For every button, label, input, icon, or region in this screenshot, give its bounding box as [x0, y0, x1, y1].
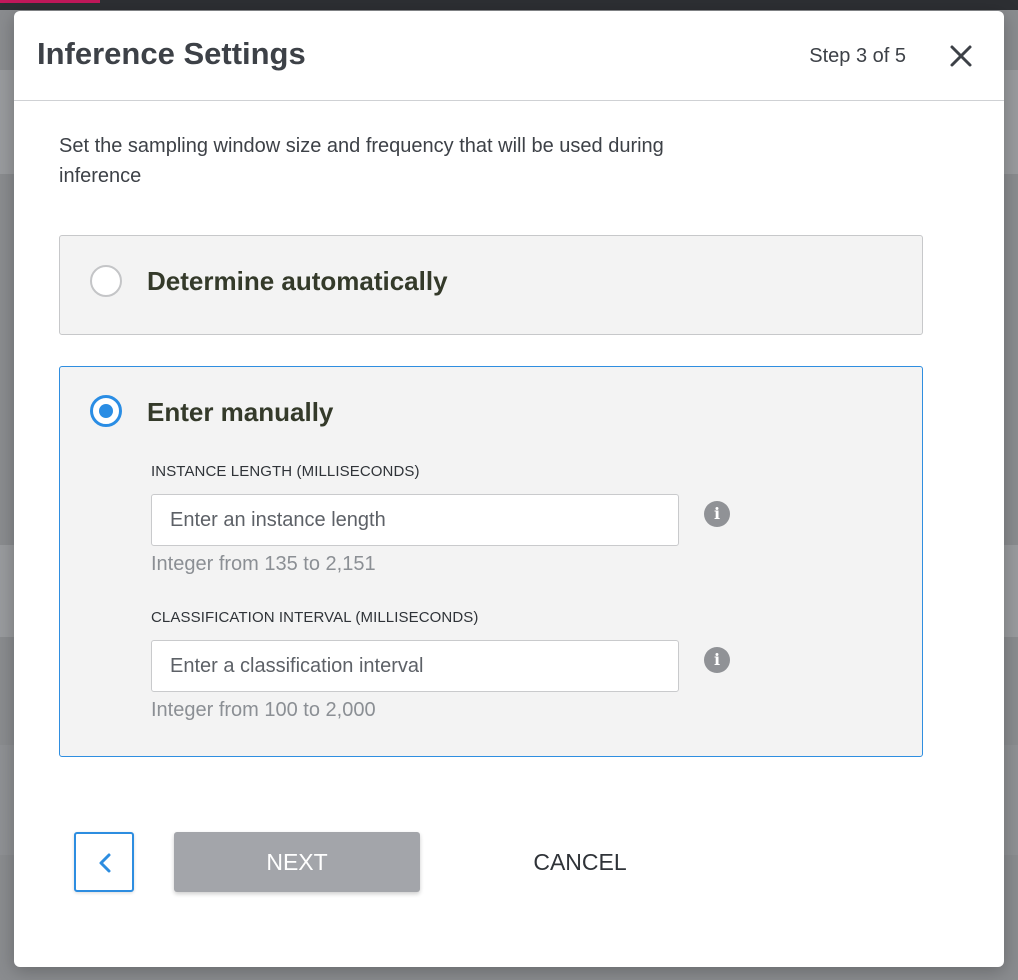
- info-icon[interactable]: i: [704, 501, 730, 527]
- radio-selected-dot: [99, 404, 113, 418]
- close-icon: [950, 45, 972, 67]
- step-indicator: Step 3 of 5: [809, 45, 906, 67]
- dialog-header: Inference Settings Step 3 of 5: [14, 11, 1004, 101]
- chevron-left-icon: [99, 853, 111, 873]
- topbar-accent: [0, 0, 100, 3]
- instance-length-input[interactable]: [151, 494, 679, 546]
- option-determine-automatically[interactable]: Determine automatically: [59, 235, 923, 335]
- next-button[interactable]: NEXT: [174, 832, 420, 892]
- back-button[interactable]: [74, 832, 134, 892]
- option-label: Enter manually: [147, 397, 334, 427]
- instance-length-label: INSTANCE LENGTH (MILLISECONDS): [151, 463, 420, 480]
- instance-length-hint: Integer from 135 to 2,151: [151, 553, 376, 575]
- option-label: Determine automatically: [147, 266, 448, 296]
- cancel-button[interactable]: CANCEL: [510, 832, 650, 892]
- inference-settings-dialog: Inference Settings Step 3 of 5 Set the s…: [14, 11, 1004, 967]
- dialog-description: Set the sampling window size and frequen…: [59, 135, 664, 187]
- dialog-title: Inference Settings: [37, 36, 306, 71]
- radio-determine-automatically[interactable]: [90, 265, 122, 297]
- classification-interval-label: CLASSIFICATION INTERVAL (MILLISECONDS): [151, 609, 479, 626]
- close-button[interactable]: [946, 41, 976, 71]
- radio-enter-manually[interactable]: [90, 395, 122, 427]
- classification-interval-input[interactable]: [151, 640, 679, 692]
- info-icon[interactable]: i: [704, 647, 730, 673]
- classification-interval-hint: Integer from 100 to 2,000: [151, 699, 376, 721]
- background-topbar: [0, 0, 1018, 10]
- option-enter-manually[interactable]: Enter manually INSTANCE LENGTH (MILLISEC…: [59, 366, 923, 757]
